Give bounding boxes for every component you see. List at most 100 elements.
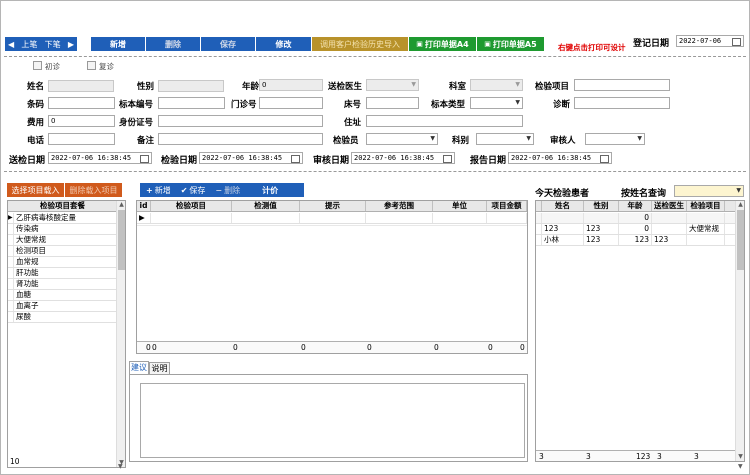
- col-header-test-item[interactable]: 检验项目: [151, 201, 232, 211]
- name-input[interactable]: [48, 80, 114, 92]
- diagnosis-input[interactable]: [574, 97, 670, 109]
- delete-item-button[interactable]: 删除: [224, 185, 240, 196]
- gender-input[interactable]: [158, 80, 224, 92]
- save-item-button[interactable]: 保存: [189, 185, 205, 196]
- scroll-up-icon[interactable]: ▲: [736, 201, 744, 209]
- prev-next-button[interactable]: ◀ 上笔 下笔 ▶: [5, 37, 77, 51]
- print-a4-button[interactable]: ▣ 打印单据A4: [409, 37, 476, 51]
- clinic-no-label: 门诊号: [231, 100, 257, 110]
- table-cell: 123: [652, 235, 687, 245]
- fee-input[interactable]: 0: [48, 115, 115, 127]
- printer-icon: ▣: [484, 40, 491, 48]
- select-load-button[interactable]: 选择项目载入: [7, 183, 64, 197]
- suggest-textarea[interactable]: [140, 383, 525, 458]
- col-header-value[interactable]: 检测值: [232, 201, 300, 211]
- patients-scrollbar[interactable]: ▲ ▼: [735, 201, 744, 461]
- list-item[interactable]: 血常规: [8, 257, 118, 268]
- col-header-amount[interactable]: 项目金额: [487, 201, 527, 211]
- col-header-name[interactable]: 姓名: [542, 201, 584, 211]
- delete-load-button[interactable]: 删除载入项目: [65, 183, 122, 197]
- col-header-ref-range[interactable]: 参考范围: [366, 201, 433, 211]
- category-select[interactable]: [476, 133, 534, 145]
- tab-explain[interactable]: 说明: [149, 362, 170, 374]
- col-header-gender[interactable]: 性别: [584, 201, 619, 211]
- package-name: 传染病: [16, 224, 39, 233]
- barcode-input[interactable]: [48, 97, 115, 109]
- scroll-down-icon[interactable]: ▼: [736, 453, 744, 461]
- list-item[interactable]: 肾功能: [8, 279, 118, 290]
- scroll-thumb[interactable]: [118, 210, 125, 270]
- col-header-unit[interactable]: 单位: [433, 201, 487, 211]
- calc-price-button[interactable]: 计价: [262, 185, 278, 196]
- inspector-select[interactable]: [366, 133, 438, 145]
- table-row[interactable]: 123 123 0 大便常规: [536, 224, 736, 235]
- test-item-input[interactable]: [574, 79, 670, 91]
- search-name-select[interactable]: [674, 185, 744, 197]
- list-item[interactable]: 血糖: [8, 290, 118, 301]
- table-row[interactable]: ▶: [137, 213, 527, 224]
- send-date-picker[interactable]: 2022-07-06 16:38:45: [48, 152, 152, 164]
- delete-button[interactable]: 删除: [146, 37, 200, 51]
- col-header-age[interactable]: 年龄: [619, 201, 652, 211]
- col-header-hint[interactable]: 提示: [300, 201, 366, 211]
- scroll-up-icon[interactable]: ▲: [117, 201, 125, 209]
- report-date-picker[interactable]: 2022-07-06 16:38:45: [508, 152, 612, 164]
- list-item[interactable]: 肝功能: [8, 268, 118, 279]
- package-name: 检测项目: [16, 246, 46, 255]
- age-input[interactable]: 0: [259, 79, 323, 91]
- second-visit-checkbox[interactable]: [87, 61, 96, 70]
- address-input[interactable]: [366, 115, 523, 127]
- package-scrollbar[interactable]: ▲ ▼: [116, 201, 125, 467]
- col-header-doctor[interactable]: 送检医生: [652, 201, 687, 211]
- list-item[interactable]: 传染病: [8, 224, 118, 235]
- list-item[interactable]: 检测项目: [8, 246, 118, 257]
- scroll-down-icon[interactable]: ▼: [738, 463, 746, 471]
- save-button[interactable]: 保存: [201, 37, 255, 51]
- review-date-picker[interactable]: 2022-07-06 16:38:45: [351, 152, 455, 164]
- fee-label: 费用: [27, 118, 45, 128]
- bed-no-input[interactable]: [366, 97, 419, 109]
- add-item-button[interactable]: 新增: [155, 185, 171, 196]
- test-date-picker[interactable]: 2022-07-06 16:38:45: [199, 152, 303, 164]
- list-item[interactable]: ▶ 乙肝病毒核酸定量: [8, 213, 118, 224]
- clinic-no-input[interactable]: [259, 97, 323, 109]
- separator: [4, 56, 746, 57]
- id-card-input[interactable]: [158, 115, 323, 127]
- tab-suggest[interactable]: 建议: [129, 361, 149, 374]
- reg-date-picker[interactable]: 2022-07-06: [676, 35, 744, 47]
- reviewer-label: 审核人: [550, 136, 576, 146]
- list-item[interactable]: 大便常规: [8, 235, 118, 246]
- modify-button[interactable]: 修改: [256, 37, 311, 51]
- specimen-no-input[interactable]: [158, 97, 225, 109]
- next-button[interactable]: 下笔: [45, 39, 61, 50]
- list-item[interactable]: 血离子: [8, 301, 118, 312]
- history-import-button[interactable]: 调用客户检验历史导入: [312, 37, 408, 51]
- age-label: 年龄: [242, 82, 260, 92]
- sum-row: 0 0 0 0 0 0 0 0: [137, 341, 527, 353]
- table-cell: 123: [584, 224, 619, 234]
- specimen-type-select[interactable]: [470, 97, 523, 109]
- table-row[interactable]: 0: [536, 213, 736, 224]
- reviewer-select[interactable]: [585, 133, 645, 145]
- new-button[interactable]: 新增: [91, 37, 145, 51]
- printer-icon: ▣: [416, 40, 423, 48]
- remark-input[interactable]: [158, 133, 323, 145]
- scroll-down-icon[interactable]: ▼: [118, 463, 126, 471]
- check-icon: ✔: [180, 185, 188, 195]
- package-name: 尿酸: [16, 312, 31, 321]
- prev-button[interactable]: 上笔: [21, 39, 37, 50]
- col-header-id[interactable]: id: [137, 201, 151, 211]
- dept-select[interactable]: [470, 79, 523, 91]
- item-toolbar: + 新增 ✔ 保存 − 删除 计价: [140, 183, 304, 197]
- print-a5-button[interactable]: ▣ 打印单据A5: [477, 37, 544, 51]
- col-header-test-item[interactable]: 检验项目: [687, 201, 725, 211]
- table-row[interactable]: 小林 123 123 123: [536, 235, 736, 246]
- scroll-thumb[interactable]: [737, 210, 744, 270]
- phone-input[interactable]: [48, 133, 115, 145]
- tab-panel: [129, 374, 528, 462]
- package-header: 检验项目套餐: [8, 201, 118, 211]
- list-item[interactable]: 尿酸: [8, 312, 118, 323]
- doctor-select[interactable]: [366, 79, 419, 91]
- test-item-label: 检验项目: [535, 82, 570, 92]
- first-visit-checkbox[interactable]: [33, 61, 42, 70]
